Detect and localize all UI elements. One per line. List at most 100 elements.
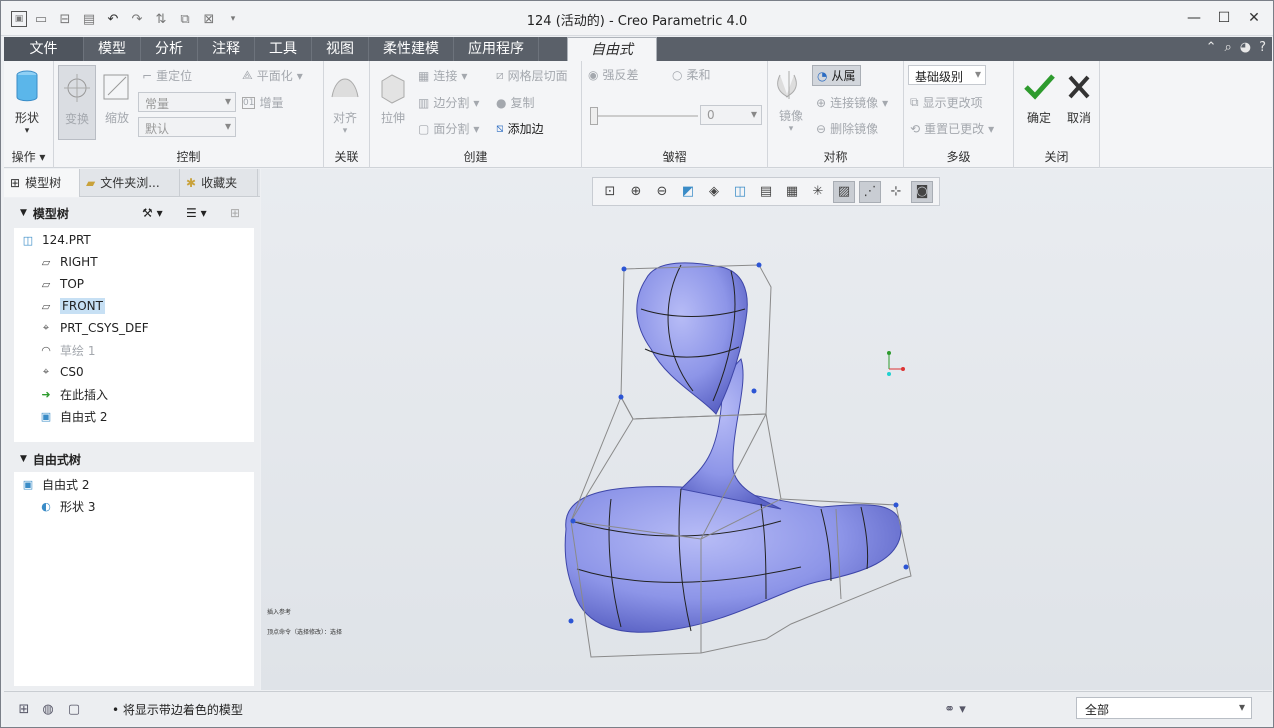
browser-icon[interactable]: ◍ (38, 699, 58, 719)
full-screen-icon[interactable]: ▢ (64, 699, 84, 719)
close-icon[interactable]: ✕ (1241, 7, 1267, 29)
tab-tools[interactable]: 工具 (255, 37, 312, 61)
tree-item-cs0[interactable]: ⌖ CS0 (14, 361, 254, 383)
window-title: 124 (活动的) - Creo Parametric 4.0 (526, 14, 748, 29)
tree-item-right[interactable]: ▱ RIGHT (14, 251, 254, 273)
connect-icon: ▦ (418, 68, 430, 83)
default-combo[interactable]: 默认 (138, 117, 236, 137)
strong-crease-radio[interactable]: ◉ 强反差 (588, 66, 639, 83)
tab-favorites[interactable]: ✱ 收藏夹 (180, 169, 258, 197)
reposition-button[interactable]: ⌐ 重定位 (142, 67, 192, 84)
tree-item-csys[interactable]: ⌖ PRT_CSYS_DEF (14, 317, 254, 339)
edge-split-icon: ▥ (418, 95, 430, 110)
minimize-icon[interactable]: — (1181, 7, 1207, 29)
maximize-icon[interactable]: ☐ (1211, 7, 1237, 29)
reset-changes-button[interactable]: ⟲ 重置已更改 ▾ (910, 120, 994, 137)
base-level-combo[interactable]: 基础级别 (908, 65, 986, 85)
freestyle-tree: ▣ 自由式 2 ◐ 形状 3 (14, 472, 254, 686)
group-label-symmetry: 对称 (823, 150, 848, 164)
tree-item-part[interactable]: ◫ 124.PRT (14, 229, 254, 251)
show-icon[interactable]: ☰ ▾ (186, 206, 207, 220)
cylinder-icon (16, 70, 38, 102)
window-controls: — ☐ ✕ (1181, 7, 1267, 29)
delete-mirror-icon: ⊖ (816, 121, 827, 136)
tab-applications[interactable]: 应用程序 (454, 37, 539, 61)
tree-item-shape[interactable]: ◐ 形状 3 (14, 495, 254, 517)
group-symmetry: 镜像 ▾ ◔ 从属 ⊕ 连接镜像 ▾ ⊖ 删除镜像 对称 (768, 61, 904, 168)
tab-annotate[interactable]: 注释 (198, 37, 255, 61)
slider-handle[interactable] (590, 107, 598, 125)
graphics-note-1: 插入参考 (267, 609, 292, 616)
selection-filter[interactable]: 全部 (1076, 697, 1252, 719)
tree-item-top[interactable]: ▱ TOP (14, 273, 254, 295)
mirror-button[interactable]: 镜像 ▾ (774, 67, 808, 134)
tree-item-freestyle[interactable]: ▣ 自由式 2 (14, 405, 254, 427)
freestyle-model[interactable] (261, 169, 1272, 690)
filter-icon[interactable]: ⊞ (230, 206, 240, 220)
collapse-ribbon-icon[interactable]: ⌃ (1206, 40, 1217, 55)
shape-button[interactable]: 形状 ▾ (10, 69, 44, 136)
model-tree-header[interactable]: ▼ 模型树 ⚒ ▾ ☰ ▾ ⊞ (14, 200, 254, 226)
copy-button[interactable]: ● 复制 (496, 94, 535, 111)
crease-slider[interactable] (590, 107, 698, 125)
face-split-button[interactable]: ▢ 面分割 ▾ (418, 120, 479, 137)
tab-analysis[interactable]: 分析 (141, 37, 198, 61)
tab-file[interactable]: 文件 (4, 37, 84, 61)
align-button[interactable]: 对齐 ▾ (328, 69, 362, 136)
tab-view[interactable]: 视图 (312, 37, 369, 61)
extrude-icon (381, 74, 405, 104)
tree-item-freestyle-root[interactable]: ▣ 自由式 2 (14, 473, 254, 495)
search-icon[interactable]: ⌕ (1224, 40, 1231, 55)
soft-crease-radio[interactable]: ○ 柔和 (672, 66, 711, 83)
collapse-icon[interactable]: ▼ (20, 454, 27, 464)
group-control: 变换 缩放 ⌐重定位 ⟁平面化 ▾ 常量 01增量 默认 控制 (54, 61, 324, 168)
find-icon[interactable]: ⚭ ▾ (934, 699, 976, 719)
increment-button[interactable]: 01 增量 (242, 94, 283, 111)
tree-item-insert-here[interactable]: ➜ 在此插入 (14, 383, 254, 405)
graphics-note-2: 顶点命令（选择修改）：选择 (267, 629, 343, 636)
settings-icon[interactable]: ⚒ ▾ (142, 206, 163, 220)
crease-value-stepper[interactable]: 0 (700, 105, 762, 125)
toggle-navigator-icon[interactable]: ⊞ (14, 699, 34, 719)
radio-selected-icon: ◉ (588, 67, 599, 82)
delete-mirror-button[interactable]: ⊖ 删除镜像 (816, 120, 878, 137)
tab-model-tree[interactable]: ⊞ 模型树 (4, 169, 80, 197)
ok-button[interactable]: 确定 (1022, 69, 1056, 126)
extrude-button[interactable]: 拉伸 (376, 69, 410, 126)
tab-folder-browser[interactable]: ▰ 文件夹浏... (80, 169, 180, 197)
group-label-close: 关闭 (1044, 150, 1069, 164)
collapse-icon[interactable]: ▼ (20, 208, 27, 218)
transform-button[interactable]: 变换 (58, 65, 96, 140)
insert-arrow-icon: ➜ (41, 387, 51, 401)
connect-mirror-button[interactable]: ⊕ 连接镜像 ▾ (816, 94, 888, 111)
mesh-slice-button[interactable]: ⧄ 网格层切面 (496, 67, 568, 84)
cancel-button[interactable]: 取消 (1062, 69, 1096, 126)
radio-icon: ○ (672, 67, 683, 82)
datum-plane-icon: ▱ (41, 277, 51, 291)
group-label-operations[interactable]: 操作 ▾ (4, 148, 53, 165)
mesh-slice-icon: ⧄ (496, 68, 504, 82)
tab-model[interactable]: 模型 (84, 37, 141, 61)
edge-split-button[interactable]: ▥ 边分割 ▾ (418, 94, 479, 111)
community-icon[interactable]: ◕ (1240, 40, 1251, 55)
planarize-button[interactable]: ⟁ 平面化 ▾ (242, 67, 303, 84)
help-icon[interactable]: ? (1259, 40, 1266, 55)
tab-freestyle[interactable]: 自由式 (567, 37, 657, 61)
tree-item-sketch[interactable]: ◠ 草绘 1 (14, 339, 254, 361)
follow-toggle[interactable]: ◔ 从属 (812, 65, 861, 86)
freestyle-tree-header[interactable]: ▼ 自由式树 (14, 446, 254, 472)
add-edge-button[interactable]: ⧅ 添加边 (496, 120, 544, 137)
scale-button[interactable]: 缩放 (100, 69, 134, 126)
navigator-tabs: ⊞ 模型树 ▰ 文件夹浏... ✱ 收藏夹 (4, 169, 260, 197)
tree-item-front[interactable]: ▱ FRONT (14, 295, 254, 317)
follow-icon: ◔ (817, 68, 828, 83)
freestyle-icon: ▣ (40, 409, 52, 423)
show-changes-button[interactable]: ⧉ 显示更改项 (910, 94, 983, 111)
graphics-window[interactable]: ⊡ ⊕ ⊖ ◩ ◈ ◫ ▤ ▦ ✳ ▨ ⋰ ⊹ ◙ 插入参考 顶点命令（选择修改… (261, 169, 1272, 690)
connect-button[interactable]: ▦ 连接 ▾ (418, 67, 467, 84)
status-message: • 将显示带边着色的模型 (112, 703, 243, 717)
tab-flexible-modeling[interactable]: 柔性建模 (369, 37, 454, 61)
constant-combo[interactable]: 常量 (138, 92, 236, 112)
freestyle-icon: ▣ (22, 477, 34, 491)
ribbon: 形状 ▾ 操作 ▾ 变换 缩放 ⌐重定位 ⟁平面化 ▾ 常量 01增量 默认 控… (4, 61, 1272, 168)
